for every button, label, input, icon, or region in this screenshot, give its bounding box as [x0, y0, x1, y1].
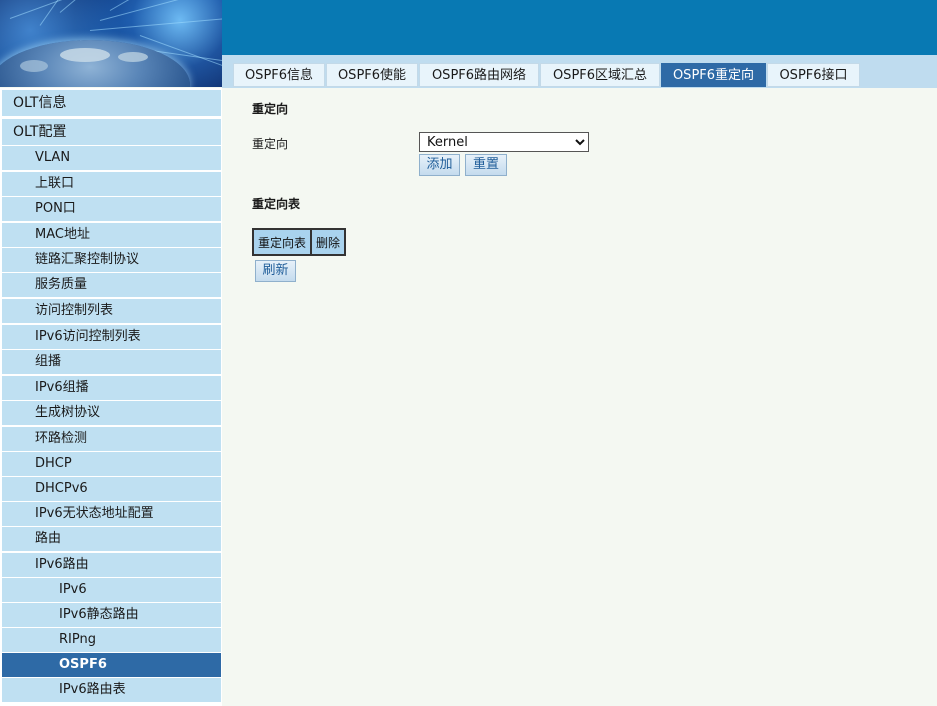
tab-ospf6-interface[interactable]: OSPF6接口: [767, 63, 860, 87]
sidebar-item-loop-detect[interactable]: 环路检测: [2, 427, 221, 451]
table-header-row: 重定向表 删除: [251, 228, 347, 256]
sidebar-item-route[interactable]: 路由: [2, 527, 221, 551]
redirect-select[interactable]: Kernel: [419, 132, 589, 152]
tab-ospf6-area-summary[interactable]: OSPF6区域汇总: [540, 63, 660, 87]
sidebar-item-vlan[interactable]: VLAN: [2, 146, 221, 170]
sidebar-item-pon-port[interactable]: PON口: [2, 197, 221, 221]
sidebar-item-lacp[interactable]: 链路汇聚控制协议: [2, 248, 221, 272]
globe-logo-image: [0, 0, 222, 87]
tab-ospf6-enable[interactable]: OSPF6使能: [326, 63, 418, 87]
sidebar-item-olt-config[interactable]: OLT配置: [2, 119, 221, 145]
redirect-table: 重定向表 删除: [251, 228, 347, 256]
sidebar-item-ipv6-static-route[interactable]: IPv6静态路由: [2, 603, 221, 627]
table-title: 重定向表: [252, 197, 301, 211]
sidebar-item-ipv6-slaac[interactable]: IPv6无状态地址配置: [2, 502, 221, 526]
sidebar-item-uplink[interactable]: 上联口: [2, 172, 221, 196]
tab-ospf6-redistribute[interactable]: OSPF6重定向: [661, 63, 766, 87]
reset-button[interactable]: 重置: [465, 154, 507, 176]
app-root: OSPF6信息 OSPF6使能 OSPF6路由网络 OSPF6区域汇总 OSPF…: [0, 0, 937, 706]
refresh-button[interactable]: 刷新: [255, 260, 296, 282]
add-button[interactable]: 添加: [419, 154, 460, 176]
sidebar-item-dhcpv6[interactable]: DHCPv6: [2, 477, 221, 501]
sidebar-item-ripng[interactable]: RIPng: [2, 628, 221, 652]
sidebar-item-stp[interactable]: 生成树协议: [2, 401, 221, 425]
section-title: 重定向: [252, 102, 289, 116]
tab-ospf6-info[interactable]: OSPF6信息: [233, 63, 325, 87]
sidebar-item-multicast[interactable]: 组播: [2, 350, 221, 374]
column-delete: 删除: [310, 228, 347, 256]
sidebar-item-olt-info[interactable]: OLT信息: [2, 90, 221, 116]
sidebar-item-ipv6-route-table[interactable]: IPv6路由表: [2, 678, 221, 702]
sidebar: OLT信息 OLT配置 VLAN 上联口 PON口 MAC地址 链路汇聚控制协议…: [0, 88, 222, 706]
sidebar-item-ospf6[interactable]: OSPF6: [2, 653, 221, 677]
sidebar-item-ipv6-acl[interactable]: IPv6访问控制列表: [2, 325, 221, 349]
sidebar-item-acl[interactable]: 访问控制列表: [2, 299, 221, 323]
tab-ospf6-route-network[interactable]: OSPF6路由网络: [419, 63, 539, 87]
sidebar-item-ipv6[interactable]: IPv6: [2, 578, 221, 602]
header-banner: [222, 0, 937, 55]
sidebar-item-mac-address[interactable]: MAC地址: [2, 223, 221, 247]
sidebar-item-dhcp[interactable]: DHCP: [2, 452, 221, 476]
main-content: 重定向 重定向 Kernel 添加 重置 重定向表 重定向表 删除 刷新: [222, 88, 937, 706]
redirect-label: 重定向: [252, 137, 289, 151]
column-redirect-table: 重定向表: [251, 228, 313, 256]
sidebar-item-ipv6-route[interactable]: IPv6路由: [2, 553, 221, 577]
sidebar-item-qos[interactable]: 服务质量: [2, 273, 221, 297]
sidebar-item-ipv6-multicast[interactable]: IPv6组播: [2, 376, 221, 400]
